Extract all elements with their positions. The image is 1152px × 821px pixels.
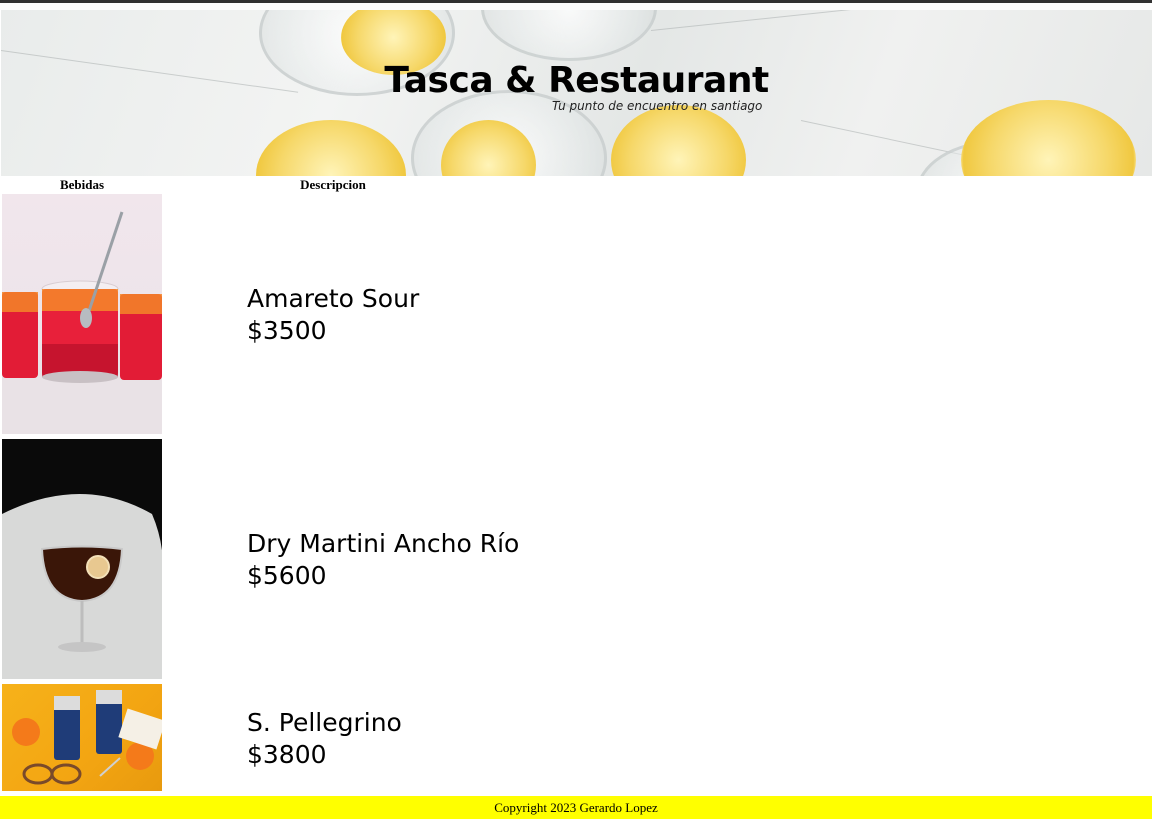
glass-image [481,10,657,61]
drink-image-s-pellegrino [2,684,162,791]
marble-vein [650,10,1049,31]
drink-image-amareto-sour [2,194,162,434]
drink-name: Amareto Sour [247,284,420,313]
drink-price: $3800 [247,740,327,769]
drink-price: $5600 [247,561,327,590]
amareto-sour-photo [2,211,162,434]
page-title: Tasca & Restaurant [384,60,769,101]
drink-price: $3500 [247,316,327,345]
drink-name: S. Pellegrino [247,708,402,737]
lemon-slice-image [256,120,406,176]
column-header-description: Descripcion [300,177,366,192]
drink-image-dry-martini [2,439,162,679]
footer: Copyright 2023 Gerardo Lopez [0,796,1152,819]
copyright-text: Copyright 2023 Gerardo Lopez [494,800,658,815]
drink-name: Dry Martini Ancho Río [247,529,520,558]
column-header-drinks: Bebidas [59,177,105,192]
dry-martini-photo [2,494,162,679]
s-pellegrino-photo [12,690,162,785]
page-subtitle: Tu punto de encuentro en santiago [552,99,763,113]
lemon-slice-image [611,105,746,176]
lemon-slice-image [961,100,1136,176]
top-border [0,0,1152,3]
hero-banner: Tasca & Restaurant Tu punto de encuentro… [1,10,1152,176]
